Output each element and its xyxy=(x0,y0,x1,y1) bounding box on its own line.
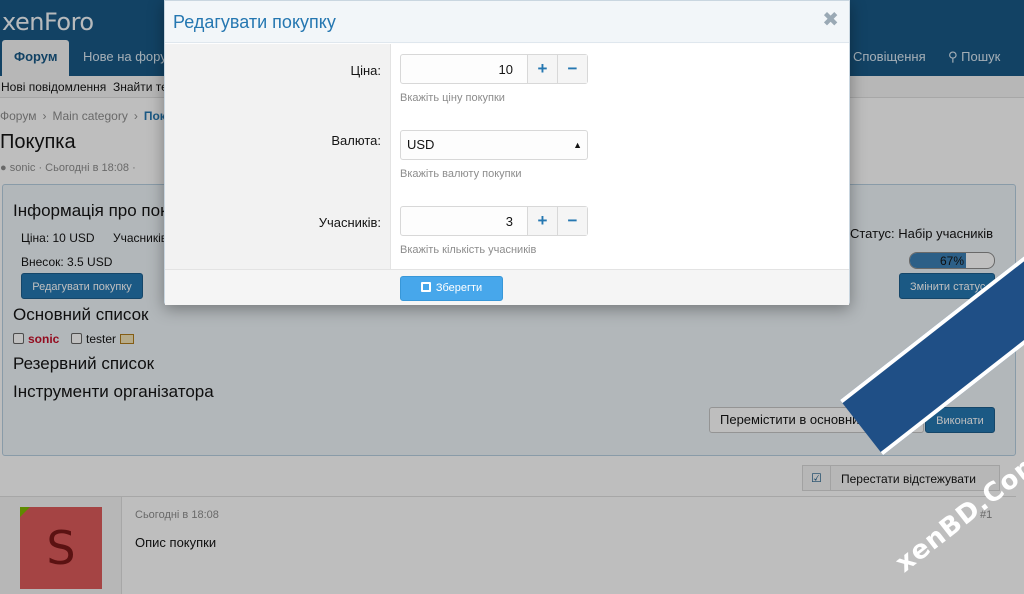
modal-header: Редагувати покупку ✖ xyxy=(165,1,849,43)
page: xenForo Форум Нове на форумі Сповіщення … xyxy=(0,0,1024,594)
members-hint: Вкажіть кількість учасників xyxy=(400,244,537,256)
plus-icon[interactable]: + xyxy=(527,55,557,83)
save-icon xyxy=(420,282,431,292)
modal-body: Ціна: 10 + − Вкажіть ціну покупки Валюта… xyxy=(165,44,849,269)
select-arrows-icon: ▲ xyxy=(573,140,582,150)
price-hint: Вкажіть ціну покупки xyxy=(400,92,505,104)
currency-hint: Вкажіть валюту покупки xyxy=(400,168,522,180)
minus-icon[interactable]: − xyxy=(557,207,587,235)
members-stepper[interactable]: 3 + − xyxy=(400,206,588,236)
plus-icon[interactable]: + xyxy=(527,207,557,235)
price-stepper[interactable]: 10 + − xyxy=(400,54,588,84)
members-count-label: Учасників: xyxy=(318,215,381,230)
close-icon[interactable]: ✖ xyxy=(822,10,839,30)
currency-value: USD xyxy=(407,137,435,152)
modal-footer: Зберегти xyxy=(165,269,849,305)
members-input[interactable]: 3 xyxy=(401,214,521,229)
edit-purchase-modal: Редагувати покупку ✖ Ціна: 10 + − Вкажіт… xyxy=(164,0,850,305)
modal-title: Редагувати покупку xyxy=(173,12,336,32)
price-input[interactable]: 10 xyxy=(401,62,521,77)
save-label: Зберегти xyxy=(435,282,483,294)
price-label: Ціна: xyxy=(350,63,381,78)
currency-select[interactable]: USD ▲ xyxy=(400,130,588,160)
currency-label: Валюта: xyxy=(331,133,381,148)
save-button[interactable]: Зберегти xyxy=(400,276,503,301)
minus-icon[interactable]: − xyxy=(557,55,587,83)
